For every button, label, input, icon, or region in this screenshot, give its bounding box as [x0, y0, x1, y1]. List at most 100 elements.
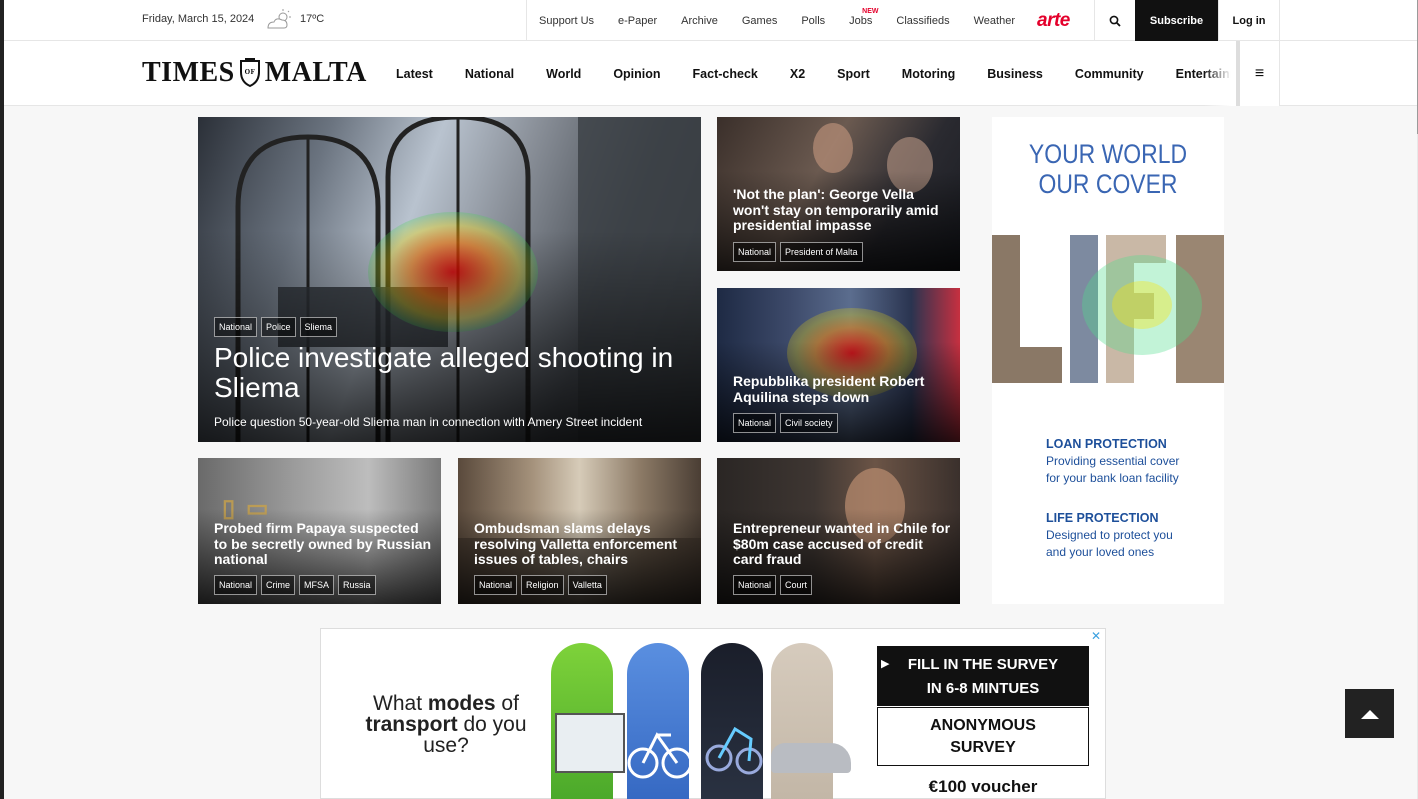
anon-line-2: SURVEY — [950, 739, 1016, 756]
article-headline[interactable]: Probed firm Papaya suspected to be secre… — [214, 520, 434, 568]
new-badge: NEW — [862, 7, 879, 15]
support-us-link[interactable]: Support Us — [539, 15, 594, 27]
question-part: What — [373, 692, 428, 715]
nav-opinion[interactable]: Opinion — [613, 67, 660, 81]
tag-national[interactable]: National — [474, 575, 518, 595]
nav-sport[interactable]: Sport — [837, 67, 870, 81]
tag-national[interactable]: National — [214, 317, 258, 337]
article-headline[interactable]: Repubblika president Robert Aquilina ste… — [733, 373, 953, 405]
times-of-malta-logo[interactable]: TIMES OF MALTA — [142, 57, 367, 89]
anonymous-survey-box: ANONYMOUS SURVEY — [877, 707, 1089, 766]
logo-text-left: TIMES — [142, 57, 235, 88]
games-link[interactable]: Games — [742, 15, 777, 27]
motorbike-image — [701, 643, 763, 799]
ad-close-icon[interactable]: ✕ — [1091, 629, 1101, 643]
back-to-top-button[interactable] — [1345, 689, 1394, 738]
archive-link[interactable]: Archive — [681, 15, 718, 27]
utility-links: Support Us e-Paper Archive Games Polls J… — [526, 0, 1039, 41]
article-tags: National Crime MFSA Russia — [214, 575, 380, 595]
anon-line-1: ANONYMOUS — [930, 717, 1036, 734]
article-headline[interactable]: Entrepreneur wanted in Chile for $80m ca… — [733, 520, 953, 568]
article-card[interactable]: Entrepreneur wanted in Chile for $80m ca… — [717, 458, 960, 604]
bicycle-image — [627, 643, 693, 799]
tag-police[interactable]: Police — [261, 317, 296, 337]
article-headline[interactable]: Ombudsman slams delays resolving Vallett… — [474, 520, 689, 568]
article-card[interactable]: 'Not the plan': George Vella won't stay … — [717, 117, 960, 271]
loan-protection-line-1: Providing essential cover — [1046, 454, 1180, 468]
logo-text-right: MALTA — [264, 57, 367, 88]
article-tags: National Civil society — [733, 413, 842, 433]
tag-national[interactable]: National — [214, 575, 258, 595]
hero-subheading: Police question 50-year-old Sliema man i… — [214, 415, 643, 429]
survey-banner-ad[interactable]: ✕ What modes of transport do you use? FI… — [320, 628, 1106, 799]
ad-heading-line-1: YOUR WORLD — [1028, 139, 1188, 169]
nav-business[interactable]: Business — [987, 67, 1043, 81]
utility-bar: Friday, March 15, 2024 17ºC Support Us e… — [4, 0, 1418, 41]
tag-national[interactable]: National — [733, 575, 777, 595]
search-button[interactable] — [1094, 0, 1135, 41]
question-part: do you — [457, 713, 527, 736]
hero-tags: National Police Sliema — [214, 317, 341, 337]
arrow-up-icon — [1360, 709, 1379, 719]
section-links: Latest National World Opinion Fact-check… — [396, 41, 1292, 106]
nav-world[interactable]: World — [546, 67, 581, 81]
loan-protection-line-2: for your bank loan facility — [1046, 471, 1179, 485]
main-nav: TIMES OF MALTA Latest National World Opi… — [4, 41, 1418, 106]
nav-national[interactable]: National — [465, 67, 514, 81]
hero-headline[interactable]: Police investigate alleged shooting in S… — [214, 343, 684, 403]
article-card[interactable]: Ombudsman slams delays resolving Vallett… — [458, 458, 701, 604]
tag-mfsa[interactable]: MFSA — [299, 575, 335, 595]
tag-sliema[interactable]: Sliema — [299, 317, 338, 337]
nav-x2[interactable]: X2 — [790, 67, 805, 81]
classifieds-link[interactable]: Classifieds — [896, 15, 949, 27]
tag-valletta[interactable]: Valletta — [567, 575, 607, 595]
polls-link[interactable]: Polls — [801, 15, 825, 27]
car-image — [771, 643, 851, 799]
nav-fact-check[interactable]: Fact-check — [693, 67, 758, 81]
nav-latest[interactable]: Latest — [396, 67, 433, 81]
tag-national[interactable]: National — [733, 413, 777, 433]
question-part: of — [495, 692, 519, 715]
tag-russia[interactable]: Russia — [338, 575, 376, 595]
tag-court[interactable]: Court — [780, 575, 813, 595]
temperature: 17ºC — [300, 13, 325, 25]
ad-heading: YOUR WORLD OUR COVER — [1009, 139, 1206, 199]
question-emphasis: transport — [365, 713, 458, 736]
loan-protection-title: LOAN PROTECTION — [1046, 437, 1167, 451]
question-part: use? — [423, 734, 469, 757]
life-graphic — [992, 235, 1224, 383]
arte-logo[interactable]: arte — [1037, 10, 1070, 32]
nav-motoring[interactable]: Motoring — [902, 67, 955, 81]
life-protection-line-1: Designed to protect you — [1046, 528, 1173, 542]
insurance-ad[interactable]: YOUR WORLD OUR COVER LOAN PROTECTION Pro… — [992, 117, 1224, 604]
tag-civil-society[interactable]: Civil society — [780, 413, 838, 433]
hamburger-menu-icon[interactable]: ≡ — [1240, 41, 1280, 106]
tag-religion[interactable]: Religion — [521, 575, 564, 595]
search-icon — [1109, 15, 1121, 27]
article-card[interactable]: ▯ ▭ Probed firm Papaya suspected to be s… — [198, 458, 441, 604]
nav-community[interactable]: Community — [1075, 67, 1144, 81]
survey-cta-line-2: IN 6-8 MINTUES — [926, 680, 1040, 697]
article-headline[interactable]: 'Not the plan': George Vella won't stay … — [733, 186, 948, 234]
life-protection-title: LIFE PROTECTION — [1046, 511, 1159, 525]
epaper-link[interactable]: e-Paper — [618, 15, 657, 27]
partly-cloudy-icon — [267, 9, 291, 29]
banner-question: What modes of transport do you use? — [341, 693, 551, 756]
jobs-label: Jobs — [849, 14, 873, 27]
tag-crime[interactable]: Crime — [261, 575, 296, 595]
tag-president-of-malta[interactable]: President of Malta — [780, 242, 863, 262]
nav-fade — [1204, 41, 1240, 106]
crest-icon: OF — [239, 58, 260, 88]
question-emphasis: modes — [427, 692, 496, 715]
weather-link[interactable]: Weather — [974, 15, 1015, 27]
logo-crest-text: OF — [244, 68, 255, 76]
article-card[interactable]: Repubblika president Robert Aquilina ste… — [717, 288, 960, 442]
play-icon: ▶ — [881, 658, 890, 670]
tag-national[interactable]: National — [733, 242, 777, 262]
hero-article[interactable]: National Police Sliema Police investigat… — [198, 117, 701, 442]
fill-survey-cta[interactable]: FILL IN THE SURVEY IN 6-8 MINTUES — [877, 646, 1089, 706]
subscribe-button[interactable]: Subscribe — [1135, 0, 1218, 41]
article-tags: National Court — [733, 575, 816, 595]
login-button[interactable]: Log in — [1218, 0, 1280, 41]
jobs-link[interactable]: Jobs NEW — [849, 8, 878, 27]
